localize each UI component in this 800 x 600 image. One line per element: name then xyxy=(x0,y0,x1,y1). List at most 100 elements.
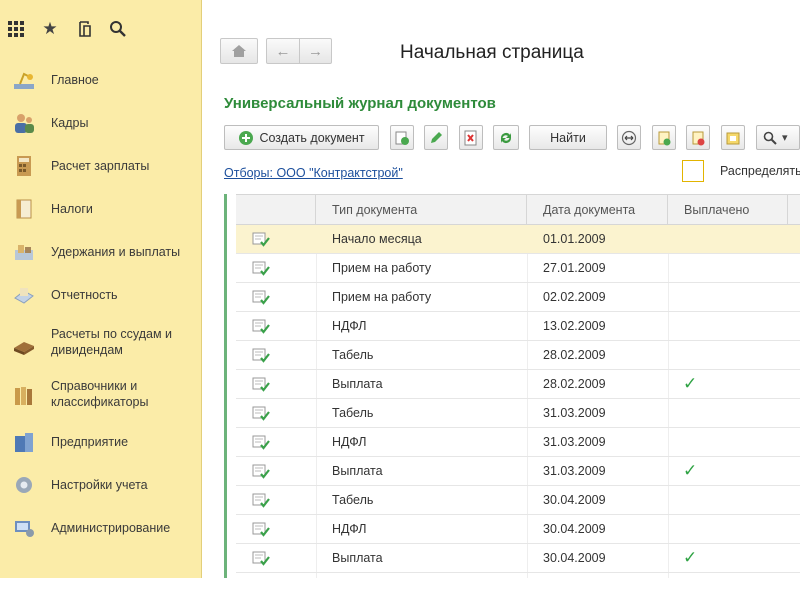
posted-document-icon xyxy=(252,551,270,566)
column-header-date[interactable]: Дата документа xyxy=(527,195,668,225)
settings-icon xyxy=(16,477,32,493)
edit-button[interactable] xyxy=(424,125,448,150)
unpost-document-icon xyxy=(692,131,705,145)
table-row[interactable]: Выплата 31.03.2009 ✓ xyxy=(236,457,800,486)
navigation-buttons: ← → xyxy=(220,38,332,64)
distribute-checkbox[interactable] xyxy=(682,160,704,182)
calculator-icon xyxy=(17,156,31,176)
posted-document-icon xyxy=(252,493,270,508)
table-row[interactable]: Выплата 30.04.2009 ✓ xyxy=(236,544,800,573)
document-date-cell: 28.02.2009 xyxy=(543,348,606,362)
home-button[interactable] xyxy=(220,38,258,64)
register-movements-button[interactable] xyxy=(721,125,745,150)
posted-document-icon xyxy=(252,435,270,450)
posted-document-icon xyxy=(252,348,270,363)
section-reports[interactable]: Отчетность xyxy=(0,281,202,309)
copy-button[interactable] xyxy=(390,125,414,150)
posted-document-icon xyxy=(252,377,270,392)
section-hr[interactable]: Кадры xyxy=(0,109,202,137)
section-loans-dividends[interactable]: Расчеты по ссудам и дивидендам xyxy=(0,324,202,364)
document-date-cell: 30.04.2009 xyxy=(543,493,606,507)
posted-document-icon xyxy=(252,232,270,247)
delete-icon xyxy=(464,130,477,145)
section-payroll[interactable]: Расчет зарплаты xyxy=(0,152,202,180)
table-row[interactable]: НДФЛ 13.02.2009 xyxy=(236,312,800,341)
table-row[interactable]: Выплата 28.02.2009 ✓ xyxy=(236,370,800,399)
table-row[interactable]: НДФЛ 31.03.2009 xyxy=(236,428,800,457)
chevron-down-icon: ▾ xyxy=(782,132,788,144)
section-taxes[interactable]: Налоги xyxy=(0,195,202,223)
post-button[interactable] xyxy=(652,125,676,150)
document-type-cell: Выплата xyxy=(332,551,383,565)
column-header-paid[interactable]: Выплачено xyxy=(668,195,788,225)
history-icon[interactable] xyxy=(74,19,94,39)
table-row[interactable]: Табель 31.03.2009 xyxy=(236,399,800,428)
report-icon xyxy=(14,288,34,304)
section-label: Администрирование xyxy=(51,521,171,535)
journal-title: Универсальный журнал документов xyxy=(224,95,496,112)
table-row[interactable]: Табель 30.04.2009 xyxy=(236,486,800,515)
cancel-search-button[interactable] xyxy=(617,125,641,150)
payments-icon xyxy=(15,245,33,260)
section-label: Расчеты по ссудам и дивидендам xyxy=(51,327,173,357)
document-type-cell: Прием на работу xyxy=(332,261,432,275)
document-type-cell: НДФЛ xyxy=(332,522,367,536)
paid-check-icon: ✓ xyxy=(683,461,698,480)
building-icon xyxy=(15,433,33,452)
filter-link[interactable]: Отборы: ООО "Контрактстрой" xyxy=(224,166,403,180)
star-icon[interactable]: ★ xyxy=(40,19,60,39)
icon-column-header[interactable] xyxy=(236,195,316,225)
people-icon xyxy=(15,114,34,133)
refresh-button[interactable] xyxy=(493,125,519,150)
section-catalogs[interactable]: Справочники и классификаторы xyxy=(0,376,202,416)
search-options-dropdown[interactable]: ▾ xyxy=(756,125,800,150)
magnifier-icon xyxy=(763,131,777,145)
document-type-cell: НДФЛ xyxy=(332,435,367,449)
delete-button[interactable] xyxy=(459,125,483,150)
back-button[interactable]: ← xyxy=(267,39,299,63)
find-button[interactable]: Найти xyxy=(529,125,607,150)
posted-document-icon xyxy=(252,464,270,479)
document-date-cell: 30.04.2009 xyxy=(543,551,606,565)
table-row[interactable]: Начало месяца 01.01.2009 xyxy=(236,225,800,254)
forward-button[interactable]: → xyxy=(299,39,331,63)
column-header-type[interactable]: Тип документа xyxy=(316,195,527,225)
grid-icon[interactable] xyxy=(6,19,26,39)
section-label: Предприятие xyxy=(51,435,129,449)
section-deductions[interactable]: Удержания и выплаты xyxy=(0,238,202,266)
table-row[interactable]: Прием на работу 27.01.2009 xyxy=(236,254,800,283)
table-row[interactable]: НДФЛ 30.04.2009 xyxy=(236,515,800,544)
section-label: Главное xyxy=(51,73,99,87)
table-row[interactable]: Прием на работу 02.02.2009 xyxy=(236,283,800,312)
plus-circle-icon xyxy=(238,130,254,146)
document-date-cell: 30.04.2009 xyxy=(543,522,606,536)
create-document-button[interactable]: Создать документ xyxy=(224,125,379,150)
document-type-cell: Начало месяца xyxy=(332,232,422,246)
desk-lamp-icon xyxy=(14,72,34,89)
posted-document-icon xyxy=(252,261,270,276)
table-header: Тип документа Дата документа Выплачено xyxy=(236,194,800,225)
movements-icon xyxy=(726,132,740,144)
cancel-search-icon xyxy=(621,130,637,145)
section-main[interactable]: Главное xyxy=(0,66,202,94)
sections-panel: ★ Главное Кадры Расчет зарплаты Налоги У… xyxy=(0,0,202,578)
table-row[interactable]: Табель 28.02.2009 xyxy=(236,341,800,370)
tax-document-icon xyxy=(16,199,32,219)
status-strip xyxy=(0,578,800,600)
document-type-cell: Выплата xyxy=(332,377,383,391)
loans-icon xyxy=(14,342,34,355)
posted-document-icon xyxy=(252,406,270,421)
unpost-button[interactable] xyxy=(686,125,710,150)
admin-icon xyxy=(15,521,34,537)
section-settings[interactable]: Настройки учета xyxy=(0,471,202,499)
section-administration[interactable]: Администрирование xyxy=(0,514,202,542)
posted-document-icon xyxy=(252,522,270,537)
document-date-cell: 13.02.2009 xyxy=(543,319,606,333)
search-icon[interactable] xyxy=(108,19,128,39)
section-enterprise[interactable]: Предприятие xyxy=(0,428,202,456)
pencil-icon xyxy=(431,131,442,143)
history-nav: ← → xyxy=(266,38,332,64)
document-type-cell: Прием на работу xyxy=(332,290,432,304)
paid-check-icon: ✓ xyxy=(683,548,698,567)
document-date-cell: 01.01.2009 xyxy=(543,232,606,246)
